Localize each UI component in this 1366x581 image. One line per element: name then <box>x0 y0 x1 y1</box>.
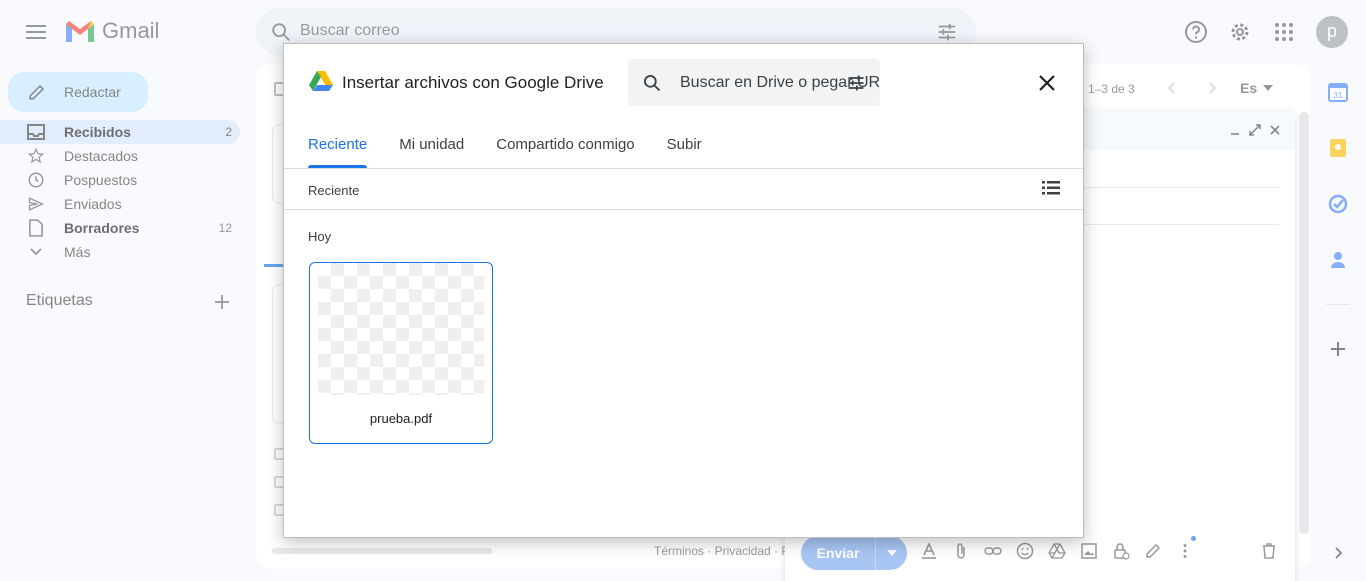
list-view-icon[interactable] <box>1041 179 1061 197</box>
tab-recent[interactable]: Reciente <box>308 136 368 168</box>
tab-my-drive[interactable]: Mi unidad <box>399 136 464 168</box>
close-dialog-icon[interactable] <box>1036 72 1058 94</box>
file-card[interactable]: prueba.pdf <box>309 262 493 444</box>
file-name: prueba.pdf <box>369 411 433 426</box>
drive-tabs: Reciente Mi unidad Compartido conmigo Su… <box>308 136 734 168</box>
tabs-divider <box>284 168 1083 169</box>
search-options-icon[interactable] <box>846 73 866 93</box>
file-thumbnail <box>318 263 484 395</box>
dialog-title: Insertar archivos con Google Drive <box>342 73 604 92</box>
tab-upload[interactable]: Subir <box>667 136 702 168</box>
breadcrumb-divider <box>284 209 1083 210</box>
section-heading: Hoy <box>308 229 332 244</box>
tab-shared-with-me[interactable]: Compartido conmigo <box>496 136 634 168</box>
google-drive-logo-icon <box>309 71 333 91</box>
breadcrumb: Reciente <box>308 183 360 198</box>
drive-picker-dialog: Insertar archivos con Google Drive Busca… <box>283 43 1084 538</box>
search-icon[interactable] <box>642 73 662 93</box>
drive-search-bar[interactable]: Buscar en Drive o pegar URL <box>628 59 880 106</box>
